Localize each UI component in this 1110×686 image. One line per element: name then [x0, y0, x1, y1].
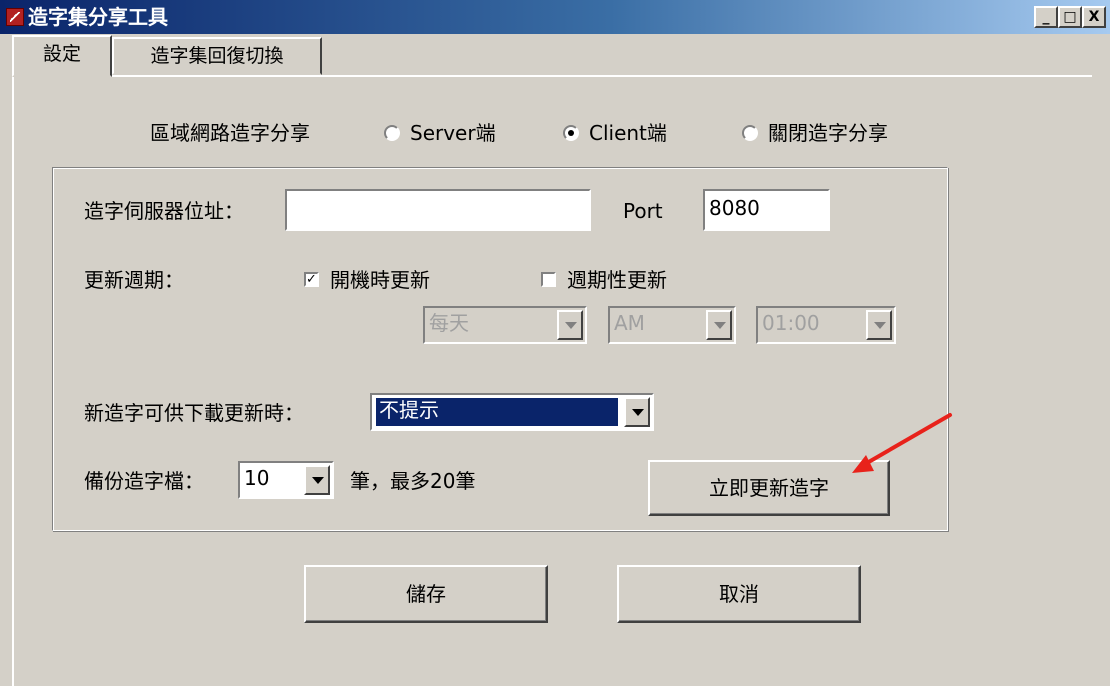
ampm-value: AM	[614, 311, 645, 335]
frequency-select[interactable]: 每天	[423, 306, 587, 344]
ampm-select[interactable]: AM	[608, 306, 736, 344]
chevron-down-icon[interactable]	[706, 310, 732, 340]
radio-client[interactable]	[563, 125, 579, 141]
radio-server[interactable]	[384, 125, 400, 141]
backup-count-value: 10	[244, 466, 270, 490]
close-button[interactable]: X	[1082, 6, 1106, 28]
backup-limit-text: 筆，最多20筆	[350, 469, 476, 493]
time-select[interactable]: 01:00	[756, 306, 896, 344]
notify-label: 新造字可供下載更新時：	[84, 401, 304, 425]
chevron-down-icon[interactable]	[624, 397, 650, 427]
radio-disable-label[interactable]: 關閉造字分享	[768, 120, 888, 146]
title-bar: 造字集分享工具 _ □ X	[0, 0, 1110, 34]
chevron-down-icon[interactable]	[304, 465, 330, 495]
radio-disable[interactable]	[742, 125, 758, 141]
update-period-label: 更新週期：	[84, 268, 184, 292]
radio-client-label[interactable]: Client端	[589, 120, 667, 146]
window-title: 造字集分享工具	[28, 5, 168, 29]
chevron-down-icon[interactable]	[866, 310, 892, 340]
server-address-label: 造字伺服器位址：	[84, 199, 244, 223]
chevron-down-icon[interactable]	[557, 310, 583, 340]
notify-value: 不提示	[376, 398, 618, 426]
on-boot-label[interactable]: 開機時更新	[330, 267, 430, 293]
on-boot-checkbox[interactable]: ✓	[304, 272, 319, 287]
app-window: 造字集分享工具 _ □ X 設定 造字集回復切換 區域網路造字分享 Server…	[0, 0, 1110, 686]
server-address-input[interactable]	[285, 189, 591, 231]
frequency-value: 每天	[429, 311, 469, 335]
time-value: 01:00	[762, 311, 820, 335]
tab-font-restore[interactable]: 造字集回復切換	[112, 37, 322, 75]
radio-server-label[interactable]: Server端	[410, 120, 496, 146]
notify-select[interactable]: 不提示	[370, 393, 654, 431]
periodic-label[interactable]: 週期性更新	[567, 267, 667, 293]
periodic-checkbox[interactable]	[541, 272, 556, 287]
tab-settings[interactable]: 設定	[12, 35, 112, 77]
port-input[interactable]: 8080	[703, 189, 830, 231]
port-label: Port	[623, 199, 663, 223]
save-button[interactable]: 儲存	[304, 565, 548, 623]
app-icon	[6, 8, 24, 26]
annotation-arrow-icon	[852, 413, 952, 473]
cancel-button[interactable]: 取消	[617, 565, 861, 623]
backup-count-select[interactable]: 10	[238, 461, 334, 499]
minimize-button[interactable]: _	[1034, 6, 1058, 28]
sharing-label: 區域網路造字分享	[150, 121, 310, 145]
maximize-button[interactable]: □	[1058, 6, 1082, 28]
backup-label: 備份造字檔：	[84, 469, 204, 493]
